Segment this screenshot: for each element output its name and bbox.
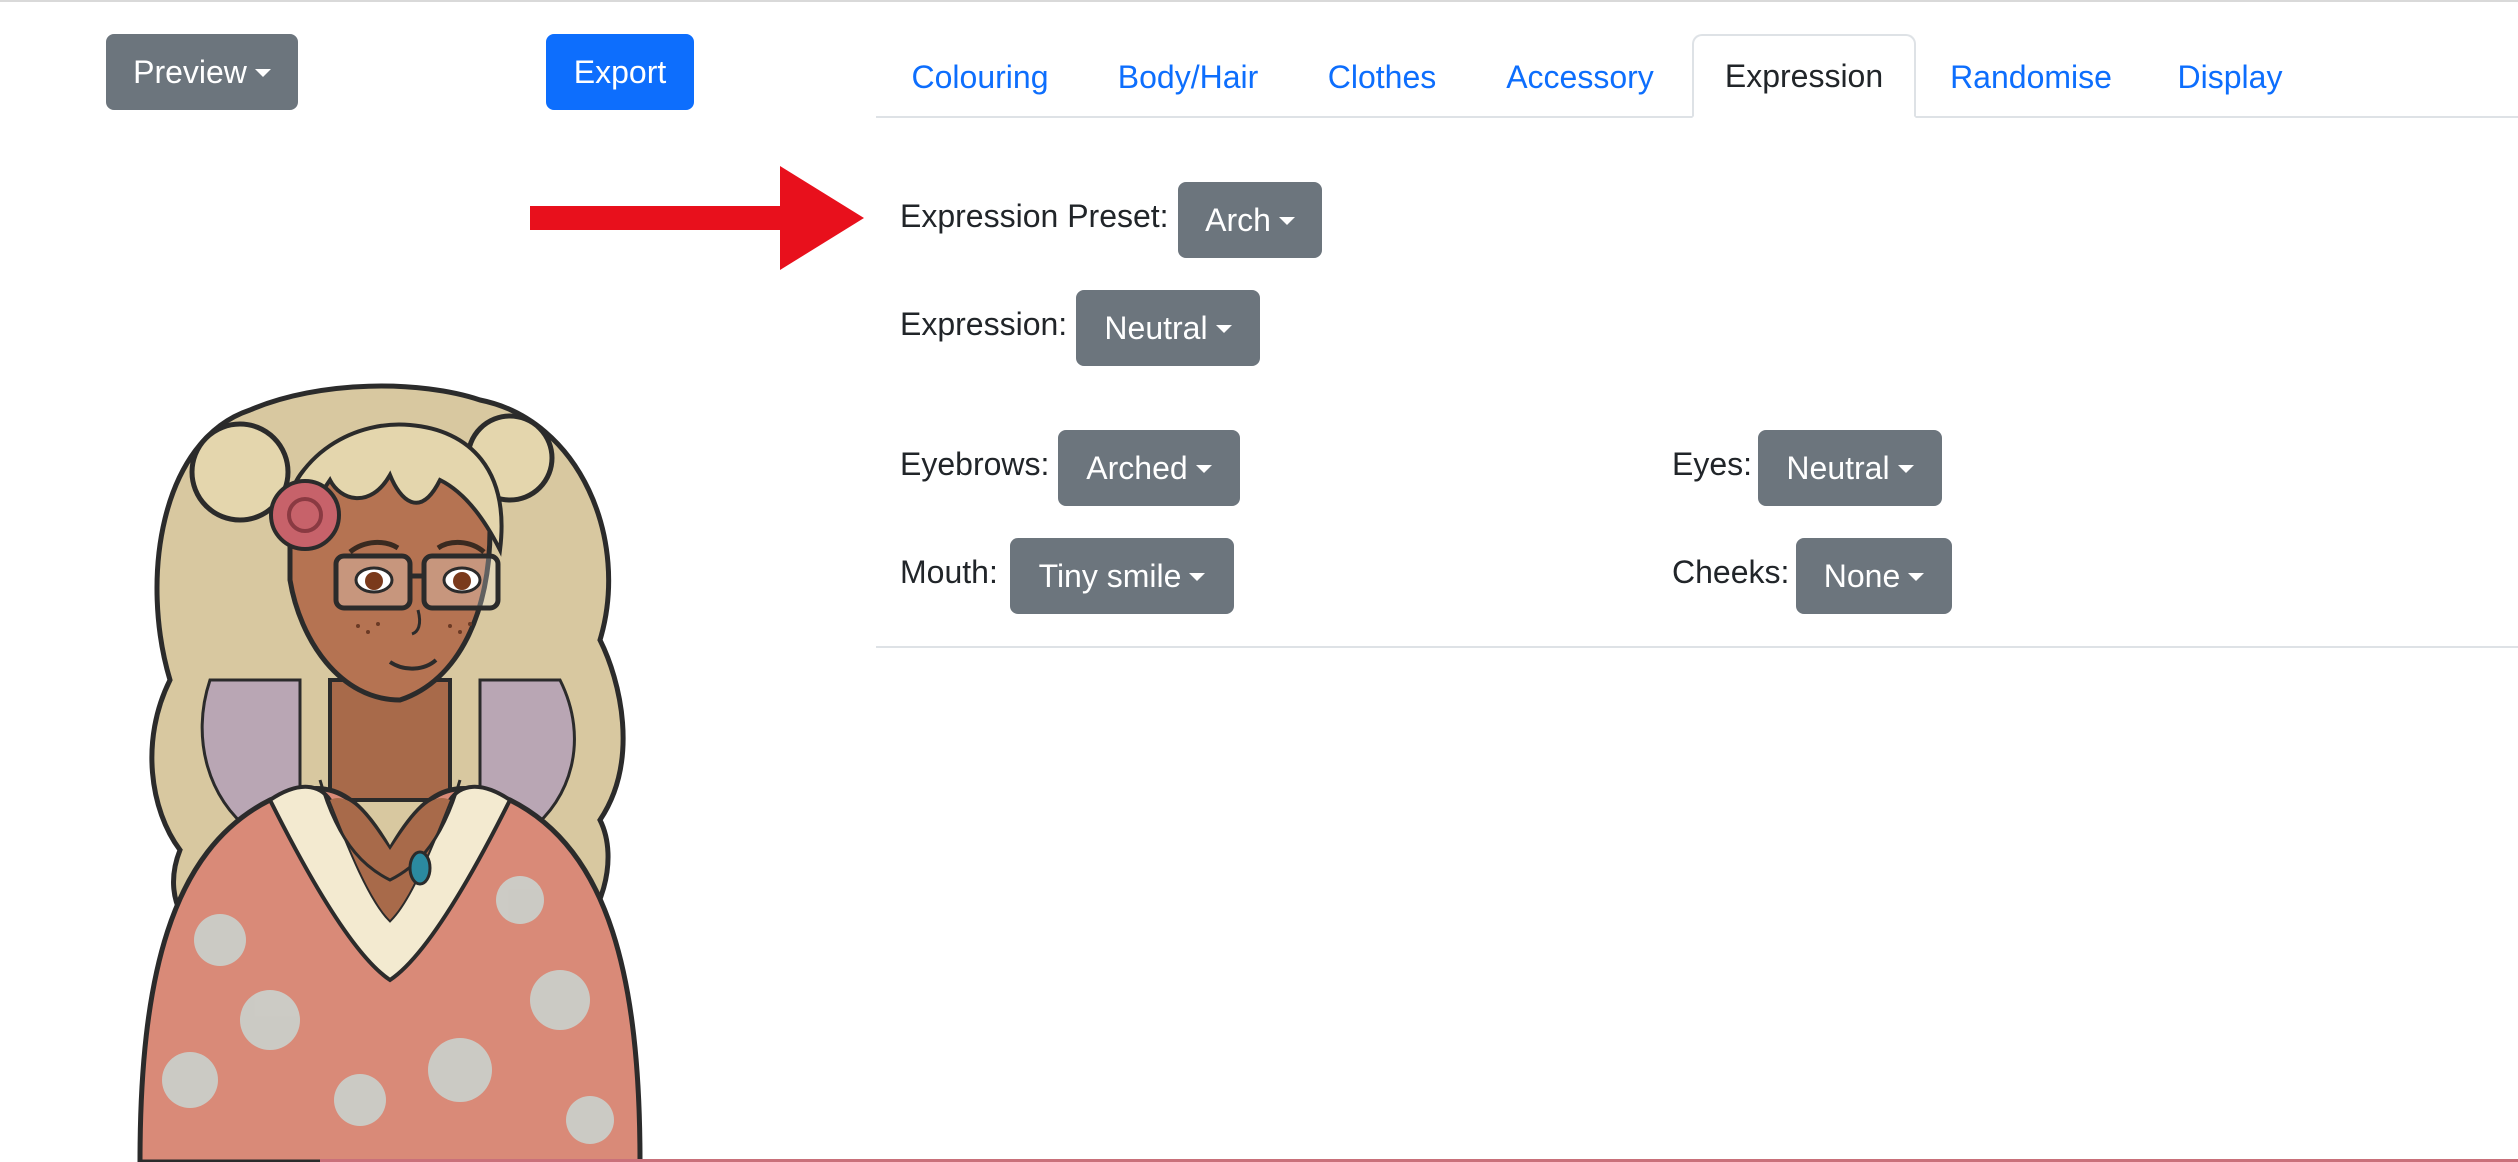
dropdown-value: Tiny smile: [1038, 557, 1182, 594]
caret-down-icon: [1897, 465, 1914, 473]
tab-label: Display: [2177, 58, 2283, 95]
tab-label: Body/Hair: [1117, 58, 1259, 95]
caret-down-icon: [1908, 573, 1925, 581]
character-avatar: [137, 383, 643, 1162]
eyebrows-label: Eyebrows:: [900, 446, 1050, 482]
tab-display[interactable]: Display: [2166, 36, 2294, 118]
caret-down-icon: [1195, 465, 1212, 473]
tab-body-hair[interactable]: Body/Hair: [1100, 36, 1276, 118]
expression-dropdown[interactable]: Neutral: [1076, 290, 1260, 366]
top-border: [0, 0, 2518, 2]
tab-label: Expression: [1724, 57, 1884, 94]
eyebrows-dropdown[interactable]: Arched: [1058, 430, 1240, 506]
caret-down-icon: [254, 69, 271, 77]
expression-label: Expression:: [900, 306, 1068, 342]
preview-dropdown-button[interactable]: Preview: [106, 34, 298, 110]
dropdown-value: Neutral: [1786, 449, 1890, 486]
dropdown-value: Arch: [1205, 201, 1271, 238]
expression-preset-dropdown[interactable]: Arch: [1178, 182, 1322, 258]
red-arrow-annotation: [530, 166, 864, 270]
cheeks-label: Cheeks:: [1672, 554, 1790, 590]
export-button[interactable]: Export: [546, 34, 694, 110]
tab-label: Clothes: [1327, 58, 1437, 95]
cheeks-dropdown[interactable]: None: [1796, 538, 1952, 614]
caret-down-icon: [1189, 573, 1206, 581]
mouth-label: Mouth:: [900, 554, 998, 590]
dropdown-value: None: [1823, 557, 1901, 594]
tab-label: Randomise: [1950, 58, 2112, 95]
export-button-label: Export: [573, 53, 667, 90]
tab-randomise[interactable]: Randomise: [1938, 36, 2124, 118]
dropdown-value: Neutral: [1104, 309, 1208, 346]
dropdown-value: Arched: [1086, 449, 1188, 486]
panel-bottom-border: [876, 646, 2518, 648]
tab-colouring[interactable]: Colouring: [890, 36, 1070, 118]
eyes-dropdown[interactable]: Neutral: [1758, 430, 1942, 506]
mouth-dropdown[interactable]: Tiny smile: [1010, 538, 1234, 614]
preview-button-label: Preview: [133, 53, 247, 90]
tab-clothes[interactable]: Clothes: [1310, 36, 1454, 118]
expression-preset-label: Expression Preset:: [900, 198, 1169, 234]
tab-label: Colouring: [911, 58, 1049, 95]
eyes-label: Eyes:: [1672, 446, 1753, 482]
caret-down-icon: [1278, 217, 1295, 225]
tab-expression[interactable]: Expression: [1692, 34, 1916, 118]
tab-accessory[interactable]: Accessory: [1488, 36, 1672, 118]
tab-label: Accessory: [1506, 58, 1654, 95]
caret-down-icon: [1215, 325, 1232, 333]
